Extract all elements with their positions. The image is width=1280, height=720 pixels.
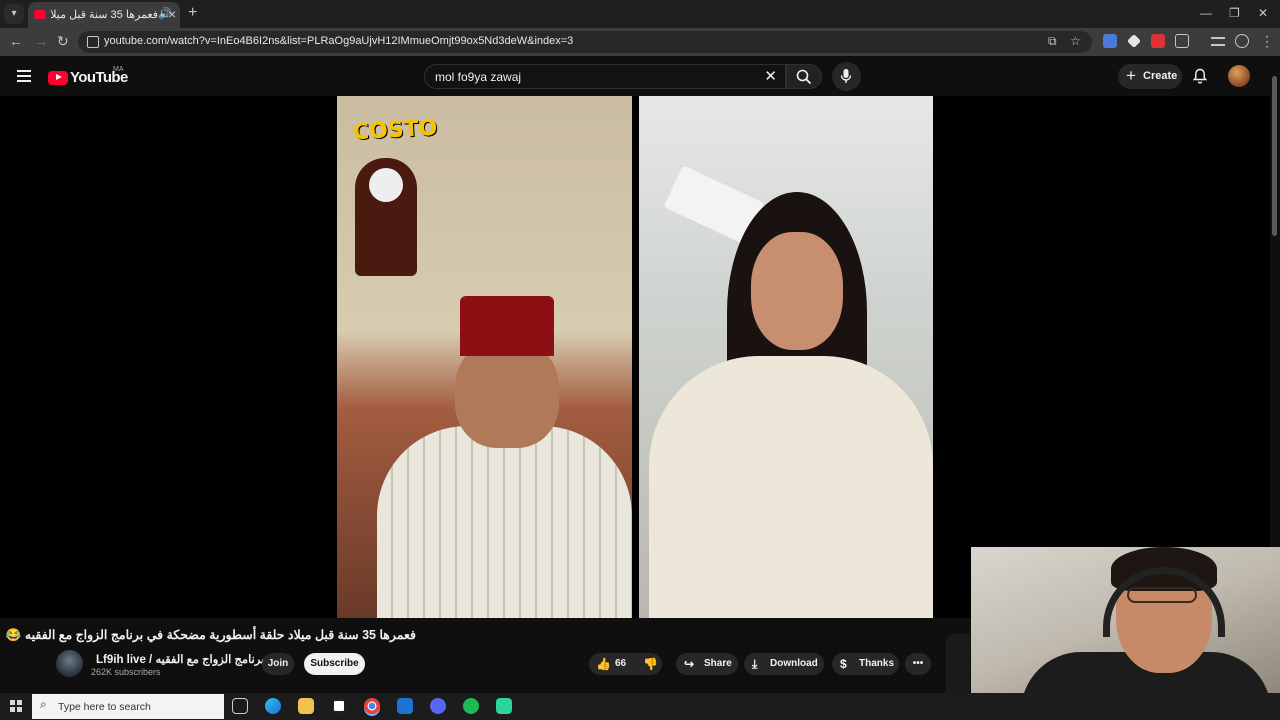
browser-tab-active[interactable]: فعمرها 35 سنة قبل ميلاد حلقة 🔊 ×: [28, 2, 180, 28]
cam-glasses: [1127, 587, 1197, 603]
scrollbar-thumb[interactable]: [1272, 76, 1277, 236]
windows-taskbar: ⌕ Type here to search: [0, 693, 1280, 720]
restore-icon[interactable]: ❐: [1229, 6, 1240, 20]
app-green-icon[interactable]: [496, 698, 512, 714]
thanks-label: Thanks: [859, 658, 895, 669]
create-label: Create: [1143, 70, 1178, 82]
search-button[interactable]: [786, 64, 822, 89]
like-dislike-group: 👍 66 👎: [589, 653, 662, 675]
video-title: فعمرها 35 سنة قبل ميلاد حلقة أسطورية مضح…: [5, 628, 416, 642]
youtube-favicon-icon: [34, 10, 46, 19]
search-query-text: mol fo9ya zawaj: [435, 70, 522, 84]
dislike-icon[interactable]: 👎: [643, 653, 658, 675]
browser-menu-icon[interactable]: ⋮: [1260, 33, 1274, 50]
media-controls-icon[interactable]: [1211, 37, 1225, 46]
share-icon: ↪: [684, 657, 695, 671]
youtube-play-icon: [48, 70, 68, 85]
extensions-puzzle-icon[interactable]: [1175, 34, 1189, 48]
video-player[interactable]: COSTO: [0, 96, 1270, 618]
address-bar[interactable]: youtube.com/watch?v=InEo4B6I2ns&list=PLR…: [78, 31, 1092, 53]
translate-extension-icon[interactable]: [1103, 34, 1117, 48]
youtube-logo[interactable]: YouTube MA: [48, 66, 128, 87]
profile-icon[interactable]: [1235, 34, 1249, 48]
costo-sticker: COSTO: [352, 115, 439, 146]
search-input[interactable]: mol fo9ya zawaj ✕: [424, 64, 786, 89]
like-icon[interactable]: 👍: [596, 653, 611, 675]
taskbar-search-placeholder: Type here to search: [58, 701, 151, 713]
more-actions-button[interactable]: •••: [905, 653, 931, 675]
tab-search-menu-button[interactable]: ▾: [4, 4, 24, 24]
chrome-icon[interactable]: [364, 698, 380, 714]
thanks-button[interactable]: $ Thanks: [832, 653, 899, 675]
taskbar-search-box[interactable]: ⌕ Type here to search: [32, 694, 224, 719]
create-button[interactable]: + Create: [1118, 64, 1182, 89]
bookmark-star-icon[interactable]: ☆: [1070, 34, 1081, 48]
site-info-icon[interactable]: [87, 36, 99, 48]
download-icon: ⤓: [752, 657, 758, 671]
wall-clock: [355, 158, 417, 276]
forward-icon[interactable]: →: [34, 33, 48, 49]
plus-icon: +: [1126, 66, 1136, 85]
guide-menu-icon[interactable]: [17, 70, 31, 82]
spotify-icon[interactable]: [463, 698, 479, 714]
man-robe: [377, 426, 632, 618]
woman-face: [751, 232, 843, 350]
taskbar-search-icon: ⌕: [40, 697, 47, 711]
file-explorer-icon[interactable]: [298, 698, 314, 714]
outlook-icon[interactable]: [397, 698, 413, 714]
store-icon[interactable]: [331, 698, 347, 714]
share-button[interactable]: ↪ Share: [676, 653, 738, 675]
join-button[interactable]: Join: [262, 653, 294, 675]
like-count[interactable]: 66: [615, 653, 626, 675]
browser-tab-strip: ▾ فعمرها 35 سنة قبل ميلاد حلقة 🔊 × + — ❐…: [0, 0, 1280, 28]
tab-close-icon[interactable]: ×: [168, 6, 176, 22]
tab-title: فعمرها 35 سنة قبل ميلاد حلقة: [50, 9, 158, 21]
back-icon[interactable]: ←: [9, 33, 23, 49]
more-icon: •••: [912, 658, 924, 669]
thanks-icon: $: [840, 657, 847, 671]
window-close-icon[interactable]: ✕: [1258, 6, 1268, 20]
sidebar-card-edge[interactable]: [946, 634, 970, 698]
reload-icon[interactable]: ↻: [57, 33, 69, 50]
video-right-panel: [639, 96, 933, 618]
search-icon: [796, 69, 812, 85]
share-label: Share: [704, 658, 732, 669]
edge-icon[interactable]: [265, 698, 281, 714]
channel-name: Lf9ih live / برنامج الزواج مع الفقيه: [96, 654, 265, 666]
subscriber-count: 262K subscribers: [91, 667, 161, 677]
microphone-icon: [840, 69, 852, 83]
video-left-panel: COSTO: [337, 96, 632, 618]
channel-avatar[interactable]: [56, 650, 83, 677]
minimize-icon[interactable]: —: [1200, 6, 1212, 20]
extension-red-icon[interactable]: [1151, 34, 1165, 48]
download-label: Download: [770, 658, 818, 669]
webcam-overlay: [971, 547, 1280, 693]
discord-icon[interactable]: [430, 698, 446, 714]
cast-icon[interactable]: ⧉: [1048, 34, 1057, 49]
clear-search-icon[interactable]: ✕: [764, 67, 777, 85]
url-text: youtube.com/watch?v=InEo4B6I2ns&list=PLR…: [104, 35, 574, 47]
voice-search-button[interactable]: [832, 62, 861, 91]
windows-start-icon[interactable]: [10, 700, 22, 712]
download-button[interactable]: ⤓ Download: [744, 653, 824, 675]
youtube-header: YouTube MA mol fo9ya zawaj ✕ + Create: [0, 56, 1280, 96]
channel-name-link[interactable]: Lf9ih live / برنامج الزواج مع الفقيه: [96, 652, 278, 666]
woman-robe: [649, 356, 933, 618]
account-avatar[interactable]: [1228, 65, 1250, 87]
red-fez-hat: [460, 296, 554, 356]
notifications-bell-icon[interactable]: [1193, 68, 1207, 84]
country-code: MA: [113, 66, 124, 73]
subscribe-button[interactable]: Subscribe: [304, 653, 365, 675]
task-view-icon[interactable]: [232, 698, 248, 714]
browser-toolbar: ← → ↻ youtube.com/watch?v=InEo4B6I2ns&li…: [0, 28, 1280, 56]
new-tab-icon[interactable]: +: [188, 4, 197, 22]
